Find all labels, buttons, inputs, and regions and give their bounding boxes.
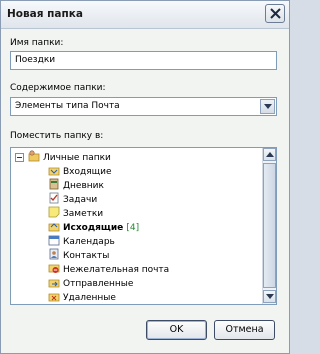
sent-items-icon <box>48 279 60 288</box>
tree-item-label: Задачи <box>63 195 98 205</box>
tree-item-tasks[interactable]: Задачи <box>48 192 97 206</box>
tree-item-calendar[interactable]: Календарь <box>48 234 115 248</box>
tree-item-notes[interactable]: Заметки <box>48 206 103 220</box>
tree-item-label: Исходящие <box>63 223 124 233</box>
place-folder-label: Поместить папку в: <box>10 131 104 141</box>
folder-contents-label: Содержимое папки: <box>10 83 106 93</box>
scroll-down-button[interactable] <box>263 290 276 303</box>
tree-item-label: Входящие <box>63 167 112 177</box>
folder-tree[interactable]: Личные папки Входящие Дневник Задачи Зам… <box>10 147 277 305</box>
collapse-icon[interactable] <box>15 153 24 162</box>
tree-item-inbox[interactable]: Входящие <box>48 164 112 178</box>
tree-item-label: Удаленные <box>63 293 116 303</box>
dialog-title: Новая папка <box>7 8 83 20</box>
tree-item-label: Нежелательная почта <box>63 265 170 275</box>
folder-name-input[interactable]: Поездки <box>10 51 277 70</box>
tree-item-journal[interactable]: Дневник <box>48 178 104 192</box>
tree-item-label: Заметки <box>63 209 104 219</box>
journal-icon <box>49 178 59 190</box>
ok-button[interactable]: OK <box>146 320 207 340</box>
deleted-items-icon <box>48 293 60 302</box>
personal-folders-icon <box>28 150 40 162</box>
calendar-icon <box>48 235 60 246</box>
tree-item-label: Контакты <box>63 251 110 261</box>
dropdown-button[interactable] <box>260 99 275 114</box>
contacts-icon <box>49 248 59 260</box>
tree-item-deleted-items[interactable]: Удаленные <box>48 290 116 304</box>
folder-contents-value: Элементы типа Почта <box>15 101 120 111</box>
scroll-thumb[interactable] <box>263 163 276 288</box>
outbox-icon <box>48 223 60 232</box>
unread-count-badge: [4] <box>126 223 140 233</box>
chevron-down-icon <box>266 294 274 299</box>
junk-mail-icon <box>48 264 60 273</box>
tree-item-label: Дневник <box>63 181 104 191</box>
tree-item-label: Календарь <box>63 237 115 247</box>
notes-icon <box>48 206 60 218</box>
tree-scrollbar[interactable] <box>262 148 276 304</box>
chevron-down-icon <box>264 104 272 109</box>
tree-item-junk-mail[interactable]: Нежелательная почта <box>48 262 169 276</box>
close-icon <box>270 8 281 19</box>
close-button[interactable] <box>265 4 285 23</box>
tree-item-label: Отправленные <box>63 279 134 289</box>
folder-name-value: Поездки <box>15 55 56 65</box>
chevron-up-icon <box>266 152 274 157</box>
folder-name-label: Имя папки: <box>10 38 64 48</box>
title-bar[interactable]: Новая папка <box>1 1 289 29</box>
tasks-icon <box>49 192 59 204</box>
inbox-icon <box>48 167 60 176</box>
tree-item-outbox[interactable]: Исходящие [4] <box>48 220 139 234</box>
cancel-button[interactable]: Отмена <box>214 320 275 340</box>
tree-item-contacts[interactable]: Контакты <box>48 248 109 262</box>
folder-contents-select[interactable]: Элементы типа Почта <box>10 97 277 116</box>
scroll-up-button[interactable] <box>263 148 276 161</box>
tree-root-label: Личные папки <box>43 153 111 163</box>
tree-item-sent-items[interactable]: Отправленные <box>48 276 133 290</box>
new-folder-dialog: Новая папка Имя папки: Поездки Содержимо… <box>0 0 290 354</box>
